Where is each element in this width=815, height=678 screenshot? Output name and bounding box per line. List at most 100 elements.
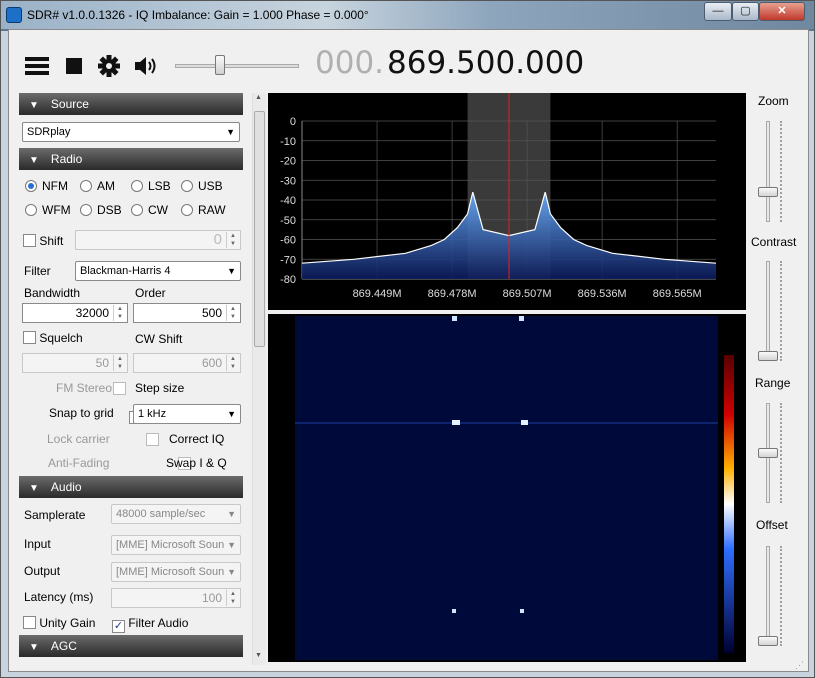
offset-slider-track[interactable]: [766, 546, 770, 646]
volume-slider-thumb[interactable]: [215, 55, 225, 75]
input-label: Input: [24, 537, 51, 551]
y-tick-label: -80: [280, 274, 296, 286]
swapiq-label: Swap I & Q: [166, 456, 227, 470]
x-tick-label: 869.478M: [428, 288, 477, 300]
squelch-value: 50: [95, 356, 109, 370]
audio-panel-header[interactable]: ▼ Audio: [19, 476, 243, 498]
source-device-select[interactable]: SDRplay ▼: [22, 122, 240, 142]
scroll-down-icon[interactable]: ▼: [255, 652, 262, 659]
gear-icon[interactable]: [97, 54, 121, 78]
mode-radio-raw[interactable]: RAW: [181, 203, 226, 217]
waterfall-signal: [452, 420, 460, 425]
bandwidth-spinner[interactable]: 32000 ▲ ▼: [22, 303, 128, 323]
cwshift-spinner[interactable]: 600 ▲ ▼: [133, 353, 241, 373]
latency-value: 100: [201, 591, 222, 605]
radio-dot-icon: [25, 204, 37, 216]
maximize-button[interactable]: ▢: [732, 2, 759, 21]
input-device-select[interactable]: [MME] Microsoft Soun ▼: [111, 535, 241, 555]
squelch-checkbox[interactable]: Squelch: [23, 331, 83, 345]
mode-radio-wfm[interactable]: WFM: [25, 203, 71, 217]
mode-radio-nfm[interactable]: NFM: [25, 179, 68, 193]
snap-label: Snap to grid: [49, 406, 114, 420]
waterfall-signal: [519, 316, 524, 321]
latency-label: Latency (ms): [24, 590, 94, 604]
fmstereo-checkbox[interactable]: [113, 382, 126, 395]
mode-label: NFM: [42, 179, 68, 193]
title-bar[interactable]: SDR# v1.0.0.1326 - IQ Imbalance: Gain = …: [1, 1, 814, 29]
source-panel-header[interactable]: ▼ Source: [19, 93, 243, 115]
speaker-icon[interactable]: [133, 54, 161, 78]
menu-icon[interactable]: [25, 55, 51, 77]
shift-value: 0: [213, 231, 222, 248]
unitygain-checkbox[interactable]: Unity Gain: [23, 616, 95, 630]
offset-slider-ticks: [780, 546, 784, 646]
mode-radio-lsb[interactable]: LSB: [131, 179, 171, 193]
mode-label: AM: [97, 179, 115, 193]
waterfall-display[interactable]: [268, 314, 746, 662]
filteraudio-label: Filter Audio: [128, 616, 189, 630]
shift-checkbox[interactable]: Shift: [23, 234, 63, 248]
zoom-slider-track[interactable]: [766, 121, 770, 222]
radio-dot-icon: [25, 180, 37, 192]
mode-label: USB: [198, 179, 223, 193]
filteraudio-checkbox[interactable]: ✓ Filter Audio: [112, 616, 188, 633]
y-tick-label: -20: [280, 156, 296, 168]
y-tick-label: -40: [280, 195, 296, 207]
order-value: 500: [201, 306, 222, 320]
dropdown-arrow-icon: ▼: [226, 127, 235, 137]
source-header-label: Source: [50, 97, 89, 111]
lockcarrier-checkbox[interactable]: [145, 433, 159, 446]
volume-slider-track[interactable]: [175, 64, 299, 68]
y-tick-label: 0: [290, 116, 296, 128]
samplerate-label: Samplerate: [24, 508, 86, 522]
samplerate-select[interactable]: 48000 sample/sec ▼: [111, 504, 241, 524]
cwshift-label: CW Shift: [135, 332, 183, 346]
mode-radio-am[interactable]: AM: [80, 179, 115, 193]
shift-spinner[interactable]: 0 ▲ ▼: [75, 230, 241, 250]
squelch-spinner[interactable]: 50 ▲ ▼: [22, 353, 128, 373]
y-tick-label: -10: [280, 136, 296, 148]
agc-panel-header[interactable]: ▼ AGC: [19, 635, 243, 657]
mode-label: CW: [148, 203, 168, 217]
filter-select[interactable]: Blackman-Harris 4 ▼: [75, 261, 241, 281]
latency-spinner[interactable]: 100 ▲ ▼: [111, 588, 241, 608]
range-slider-thumb[interactable]: [758, 448, 778, 458]
left-panel-scrollbar[interactable]: ▲ ▼: [252, 93, 266, 665]
resize-grip-icon[interactable]: ⋰: [795, 660, 807, 672]
radio-dot-icon: [131, 204, 143, 216]
spectrum-analyzer[interactable]: 0 -10 -20 -30 -40 -50 -60 -70 -80 869.449M 869.478…: [268, 93, 746, 310]
scroll-up-icon[interactable]: ▲: [255, 94, 262, 101]
step-size-select[interactable]: 1 kHz ▼: [133, 404, 241, 424]
collapse-triangle-icon: ▼: [29, 483, 39, 494]
contrast-slider-track[interactable]: [766, 261, 770, 361]
collapse-triangle-icon: ▼: [29, 100, 39, 111]
contrast-slider-ticks: [780, 261, 784, 361]
filter-value: Blackman-Harris 4: [80, 265, 171, 277]
spinner-arrows-icon: ▲ ▼: [226, 232, 239, 248]
contrast-slider-thumb[interactable]: [758, 351, 778, 361]
audio-header-label: Audio: [50, 480, 82, 494]
scrollbar-thumb[interactable]: [254, 111, 265, 347]
mode-radio-dsb[interactable]: DSB: [80, 203, 122, 217]
mode-radio-cw[interactable]: CW: [131, 203, 168, 217]
frequency-prefix[interactable]: 000.: [315, 45, 384, 81]
spinner-arrows-icon: ▲ ▼: [226, 305, 239, 321]
mode-radio-usb[interactable]: USB: [181, 179, 223, 193]
order-label: Order: [135, 286, 166, 300]
offset-slider-thumb[interactable]: [758, 636, 778, 646]
mode-label: RAW: [198, 203, 226, 217]
dropdown-arrow-icon: ▼: [227, 567, 236, 577]
radio-panel-header[interactable]: ▼ Radio: [19, 148, 243, 170]
output-device-select[interactable]: [MME] Microsoft Soun ▼: [111, 562, 241, 582]
shift-label: Shift: [39, 234, 64, 248]
minimize-button[interactable]: —: [704, 2, 732, 21]
frequency-display[interactable]: 869.500.000: [387, 45, 584, 81]
order-spinner[interactable]: 500 ▲ ▼: [133, 303, 241, 323]
waterfall-area: [295, 316, 718, 660]
zoom-slider-thumb[interactable]: [758, 186, 778, 197]
x-tick-label: 869.565M: [653, 288, 702, 300]
stop-icon[interactable]: [66, 58, 84, 76]
close-button[interactable]: ✕: [759, 2, 805, 21]
lockcarrier-label: Lock carrier: [47, 432, 110, 446]
x-tick-label: 869.507M: [503, 288, 552, 300]
